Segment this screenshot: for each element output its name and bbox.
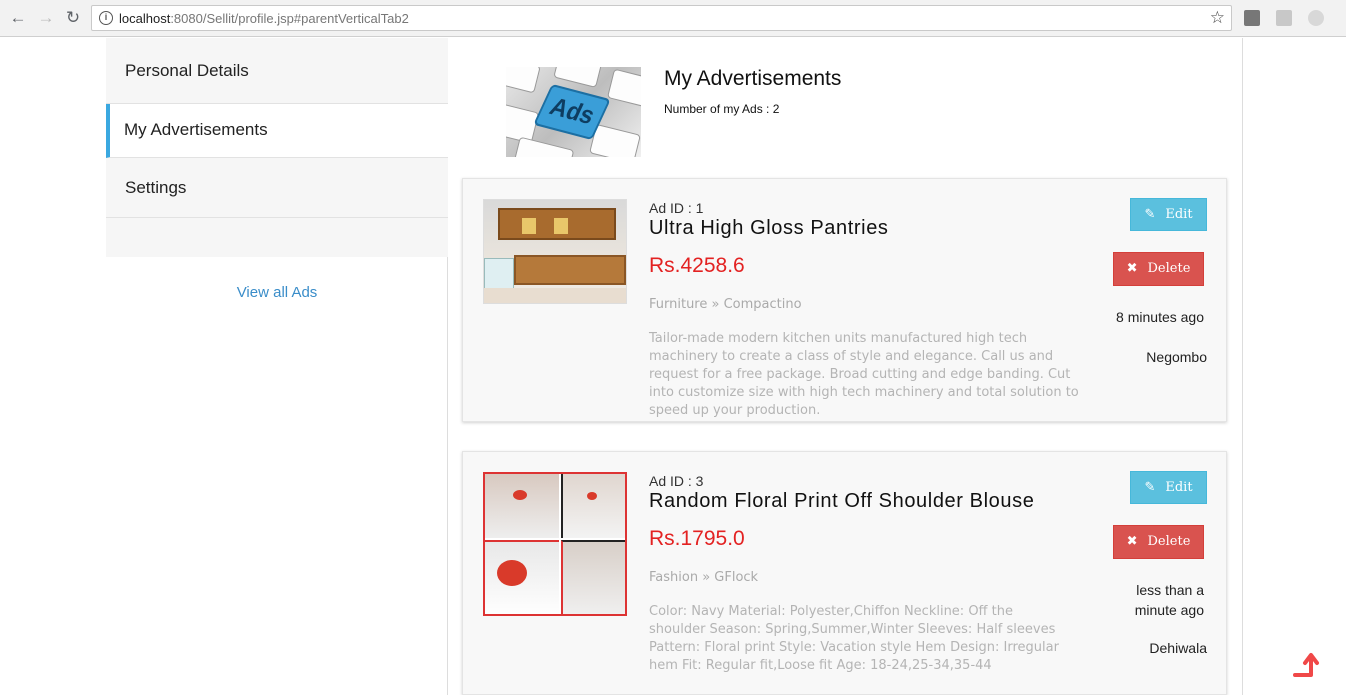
ads-count: Number of my Ads : 2 — [664, 102, 780, 116]
edit-icon: ✎ — [1144, 207, 1156, 222]
keyboard-key — [606, 68, 641, 108]
star-icon[interactable]: ☆ — [1210, 8, 1225, 28]
delete-button[interactable]: ✖ Delete — [1113, 252, 1204, 286]
ad-location: Negombo — [1146, 349, 1207, 365]
flower-detail — [497, 560, 527, 586]
info-icon[interactable]: i — [99, 11, 113, 25]
delete-button[interactable]: ✖ Delete — [1113, 525, 1204, 559]
ad-id: Ad ID : 3 — [649, 473, 704, 489]
tab-label: Personal Details — [125, 61, 249, 80]
keyboard-key — [553, 67, 603, 88]
url-path: :8080/Sellit/profile.jsp#parentVerticalT… — [170, 11, 409, 26]
scroll-top-arrow-icon[interactable] — [1292, 649, 1322, 679]
delete-label: Delete — [1147, 261, 1191, 276]
tab-label: My Advertisements — [124, 120, 268, 139]
blouse-photo — [561, 540, 625, 614]
back-arrow-icon[interactable]: ← — [8, 8, 28, 28]
url-host: localhost — [119, 11, 171, 26]
keyboard-key — [513, 136, 575, 157]
edit-icon: ✎ — [1144, 480, 1156, 495]
floor — [484, 288, 626, 303]
view-all-ads-link[interactable]: View all Ads — [106, 284, 448, 301]
ad-price: Rs.1795.0 — [649, 527, 745, 550]
ad-location: Dehiwala — [1149, 640, 1207, 656]
ad-title[interactable]: Ultra High Gloss Pantries — [649, 217, 889, 240]
edit-button[interactable]: ✎ Edit — [1130, 471, 1207, 504]
cabinet-light — [522, 218, 536, 234]
ad-description: Tailor-made modern kitchen units manufac… — [649, 331, 1079, 418]
extension-shield-icon[interactable] — [1308, 10, 1324, 26]
edit-label: Edit — [1165, 207, 1193, 222]
blouse-photo — [485, 474, 559, 538]
ad-time: 8 minutes ago — [1116, 309, 1204, 325]
lower-cabinets — [514, 255, 626, 285]
flower-detail — [513, 490, 527, 500]
blouse-photo — [561, 474, 625, 538]
close-x-icon: ✖ — [1126, 261, 1138, 276]
ad-card: Ad ID : 3 Random Floral Print Off Should… — [462, 451, 1227, 695]
sidebar-spacer — [106, 218, 448, 257]
tab-settings[interactable]: Settings — [106, 158, 448, 218]
edit-label: Edit — [1165, 480, 1193, 495]
cabinet-light — [554, 218, 568, 234]
ad-thumbnail[interactable] — [483, 472, 627, 616]
ad-card: Ad ID : 1 Ultra High Gloss Pantries Rs.4… — [462, 178, 1227, 422]
forward-arrow-icon[interactable]: → — [36, 8, 56, 28]
close-x-icon: ✖ — [1126, 534, 1138, 549]
tab-personal-details[interactable]: Personal Details — [106, 38, 448, 104]
ad-id: Ad ID : 1 — [649, 200, 704, 216]
delete-label: Delete — [1147, 534, 1191, 549]
extension-pdf-icon[interactable] — [1276, 10, 1292, 26]
tab-my-advertisements[interactable]: My Advertisements — [106, 104, 448, 158]
reload-icon[interactable]: ↻ — [63, 8, 83, 28]
flower-detail — [587, 492, 597, 500]
ad-time: less than a minute ago — [1134, 582, 1204, 618]
url-text[interactable]: localhost:8080/Sellit/profile.jsp#parent… — [119, 11, 409, 26]
page-title: My Advertisements — [664, 67, 842, 90]
address-bar[interactable]: i localhost:8080/Sellit/profile.jsp#pare… — [91, 5, 1232, 31]
ad-price: Rs.4258.6 — [649, 254, 745, 277]
profile-page: Personal Details My Advertisements Setti… — [106, 38, 1243, 695]
ad-thumbnail[interactable] — [483, 199, 627, 304]
ads-keyboard-image: Ads — [506, 67, 641, 157]
ad-category: Fashion » GFlock — [649, 570, 759, 585]
keyboard-key — [506, 67, 541, 94]
edit-button[interactable]: ✎ Edit — [1130, 198, 1207, 231]
vertical-tab-sidebar: Personal Details My Advertisements Setti… — [106, 38, 448, 695]
tab-label: Settings — [125, 178, 187, 197]
extension-jb-icon[interactable] — [1244, 10, 1260, 26]
browser-toolbar: ← → ↻ i localhost:8080/Sellit/profile.js… — [0, 0, 1346, 37]
ad-category: Furniture » Compactino — [649, 297, 802, 312]
ad-description: Color: Navy Material: Polyester,Chiffon … — [649, 604, 1059, 673]
ad-title[interactable]: Random Floral Print Off Shoulder Blouse — [649, 490, 1034, 513]
